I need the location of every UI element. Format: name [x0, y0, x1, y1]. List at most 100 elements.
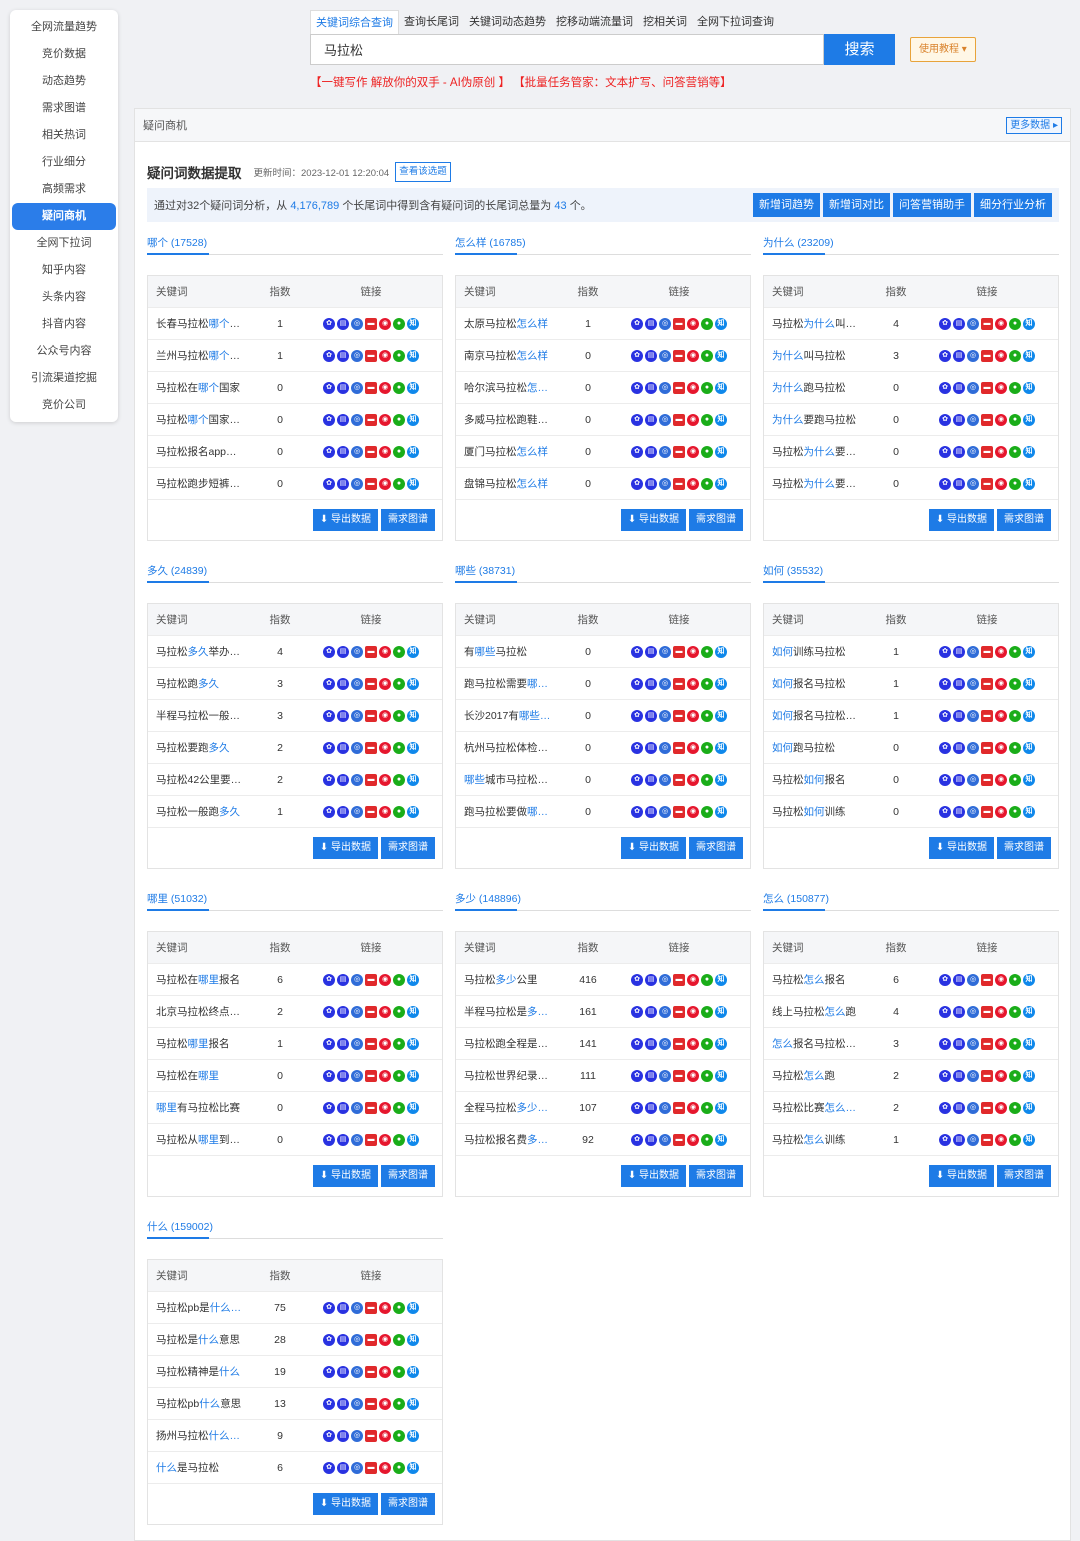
wechat-icon[interactable]: ●: [393, 741, 405, 754]
wechat-icon[interactable]: ●: [1009, 773, 1021, 786]
toutiao-icon[interactable]: ▬: [981, 1037, 993, 1050]
search-tab[interactable]: 关键词动态趋势: [464, 10, 551, 34]
web-icon[interactable]: ◎: [351, 677, 363, 690]
page-icon[interactable]: ▤: [337, 381, 349, 394]
web-icon[interactable]: ◎: [967, 1069, 979, 1082]
weibo-icon[interactable]: ◉: [687, 709, 699, 722]
weibo-icon[interactable]: ◉: [687, 445, 699, 458]
page-icon[interactable]: ▤: [953, 349, 965, 362]
toutiao-icon[interactable]: ▬: [673, 1037, 685, 1050]
page-icon[interactable]: ▤: [645, 381, 657, 394]
page-icon[interactable]: ▤: [337, 1005, 349, 1018]
wechat-icon[interactable]: ●: [393, 381, 405, 394]
group-title-link[interactable]: 如何 (35532): [763, 561, 1059, 583]
toutiao-icon[interactable]: ▬: [365, 1301, 377, 1314]
toutiao-icon[interactable]: ▬: [365, 1005, 377, 1018]
page-icon[interactable]: ▤: [337, 317, 349, 330]
baidu-icon[interactable]: ✿: [323, 741, 335, 754]
baidu-icon[interactable]: ✿: [323, 413, 335, 426]
baidu-icon[interactable]: ✿: [939, 413, 951, 426]
wechat-icon[interactable]: ●: [1009, 445, 1021, 458]
summary-action-button[interactable]: 新增词对比: [823, 193, 890, 217]
web-icon[interactable]: ◎: [351, 1461, 363, 1474]
page-icon[interactable]: ▤: [337, 477, 349, 490]
sidebar-item[interactable]: 竞价数据: [10, 41, 118, 68]
baidu-icon[interactable]: ✿: [939, 1005, 951, 1018]
search-tab[interactable]: 关键词综合查询: [310, 10, 399, 34]
zhihu-icon[interactable]: 知: [407, 349, 419, 362]
wechat-icon[interactable]: ●: [393, 1333, 405, 1346]
weibo-icon[interactable]: ◉: [995, 741, 1007, 754]
wechat-icon[interactable]: ●: [1009, 709, 1021, 722]
baidu-icon[interactable]: ✿: [323, 1397, 335, 1410]
page-icon[interactable]: ▤: [645, 709, 657, 722]
wechat-icon[interactable]: ●: [393, 413, 405, 426]
zhihu-icon[interactable]: 知: [407, 1397, 419, 1410]
keyword-link[interactable]: 半程马拉松是多…: [464, 1006, 548, 1018]
weibo-icon[interactable]: ◉: [995, 1101, 1007, 1114]
toutiao-icon[interactable]: ▬: [981, 317, 993, 330]
keyword-link[interactable]: 马拉松怎么训练: [772, 1134, 846, 1146]
weibo-icon[interactable]: ◉: [687, 477, 699, 490]
wechat-icon[interactable]: ●: [1009, 477, 1021, 490]
zhihu-icon[interactable]: 知: [715, 1069, 727, 1082]
page-icon[interactable]: ▤: [337, 645, 349, 658]
page-icon[interactable]: ▤: [337, 1461, 349, 1474]
wechat-icon[interactable]: ●: [1009, 349, 1021, 362]
weibo-icon[interactable]: ◉: [687, 413, 699, 426]
zhihu-icon[interactable]: 知: [407, 317, 419, 330]
page-icon[interactable]: ▤: [953, 1069, 965, 1082]
page-icon[interactable]: ▤: [337, 805, 349, 818]
baidu-icon[interactable]: ✿: [939, 805, 951, 818]
keyword-link[interactable]: 如何跑马拉松: [772, 742, 835, 754]
page-icon[interactable]: ▤: [645, 1101, 657, 1114]
group-title-link[interactable]: 哪些 (38731): [455, 561, 751, 583]
toutiao-icon[interactable]: ▬: [365, 773, 377, 786]
zhihu-icon[interactable]: 知: [1023, 1101, 1035, 1114]
weibo-icon[interactable]: ◉: [687, 805, 699, 818]
keyword-link[interactable]: 兰州马拉松哪个…: [156, 350, 240, 362]
web-icon[interactable]: ◎: [659, 413, 671, 426]
keyword-link[interactable]: 马拉松精神是什么: [156, 1366, 240, 1378]
demand-graph-button[interactable]: 需求图谱: [381, 1493, 435, 1515]
wechat-icon[interactable]: ●: [393, 1461, 405, 1474]
toutiao-icon[interactable]: ▬: [365, 709, 377, 722]
toutiao-icon[interactable]: ▬: [365, 1037, 377, 1050]
zhihu-icon[interactable]: 知: [407, 413, 419, 426]
keyword-link[interactable]: 马拉松如何报名: [772, 774, 846, 786]
weibo-icon[interactable]: ◉: [379, 677, 391, 690]
wechat-icon[interactable]: ●: [701, 973, 713, 986]
toutiao-icon[interactable]: ▬: [981, 973, 993, 986]
sidebar-item[interactable]: 全网下拉词: [10, 230, 118, 257]
weibo-icon[interactable]: ◉: [995, 773, 1007, 786]
baidu-icon[interactable]: ✿: [939, 349, 951, 362]
toutiao-icon[interactable]: ▬: [981, 677, 993, 690]
wechat-icon[interactable]: ●: [393, 1037, 405, 1050]
page-icon[interactable]: ▤: [953, 773, 965, 786]
web-icon[interactable]: ◎: [967, 1101, 979, 1114]
tutorial-dropdown-button[interactable]: 使用教程 ▾: [910, 37, 976, 62]
wechat-icon[interactable]: ●: [1009, 645, 1021, 658]
export-data-button[interactable]: ⬇ 导出数据: [312, 837, 378, 859]
toutiao-icon[interactable]: ▬: [981, 1133, 993, 1146]
keyword-link[interactable]: 马拉松是什么意思: [156, 1334, 240, 1346]
baidu-icon[interactable]: ✿: [323, 805, 335, 818]
wechat-icon[interactable]: ●: [701, 1133, 713, 1146]
web-icon[interactable]: ◎: [967, 317, 979, 330]
weibo-icon[interactable]: ◉: [379, 773, 391, 786]
weibo-icon[interactable]: ◉: [379, 1397, 391, 1410]
keyword-link[interactable]: 盘锦马拉松怎么样: [464, 478, 548, 490]
web-icon[interactable]: ◎: [351, 741, 363, 754]
weibo-icon[interactable]: ◉: [995, 709, 1007, 722]
baidu-icon[interactable]: ✿: [631, 349, 643, 362]
keyword-link[interactable]: 全程马拉松多少…: [464, 1102, 548, 1114]
demand-graph-button[interactable]: 需求图谱: [689, 1165, 743, 1187]
web-icon[interactable]: ◎: [659, 645, 671, 658]
web-icon[interactable]: ◎: [351, 1133, 363, 1146]
baidu-icon[interactable]: ✿: [939, 1133, 951, 1146]
keyword-link[interactable]: 马拉松跑全程是…: [464, 1038, 548, 1050]
web-icon[interactable]: ◎: [351, 349, 363, 362]
web-icon[interactable]: ◎: [351, 709, 363, 722]
web-icon[interactable]: ◎: [659, 805, 671, 818]
weibo-icon[interactable]: ◉: [379, 413, 391, 426]
